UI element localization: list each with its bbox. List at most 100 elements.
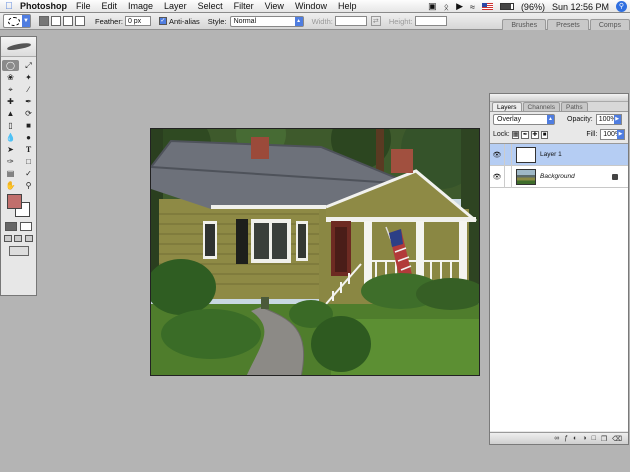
spotlight-icon[interactable]: ⚲: [616, 1, 627, 12]
feather-input[interactable]: 0 px: [124, 16, 151, 26]
height-input[interactable]: [414, 16, 447, 26]
new-selection-button[interactable]: [39, 16, 49, 26]
new-layer-icon[interactable]: ❐: [601, 435, 607, 443]
layer-row-layer-1[interactable]: 👁 Layer 1: [490, 143, 628, 166]
crop-tool-icon[interactable]: ⌖: [2, 84, 19, 95]
layer-mask-icon[interactable]: ◐: [573, 435, 577, 442]
dodge-tool-icon[interactable]: ●: [20, 132, 37, 143]
menu-image[interactable]: Image: [128, 1, 153, 11]
subtract-selection-button[interactable]: [63, 16, 73, 26]
fill-slider-icon[interactable]: ▶: [617, 130, 624, 139]
display-icon[interactable]: ▣: [428, 1, 437, 12]
zoom-tool-icon[interactable]: ⚲: [20, 180, 37, 191]
opacity-slider-icon[interactable]: ▶: [613, 115, 621, 124]
palette-title-bar[interactable]: [490, 94, 628, 102]
antialias-label: Anti-alias: [168, 16, 200, 26]
trash-icon[interactable]: ⌫: [612, 435, 622, 443]
layer-style-icon[interactable]: ƒ: [564, 435, 568, 442]
notes-tool-icon[interactable]: ▤: [2, 168, 19, 179]
new-group-icon[interactable]: □: [592, 435, 596, 442]
menu-bar:  Photoshop File Edit Image Layer Select…: [0, 0, 630, 13]
lock-position-icon[interactable]: ✚: [531, 130, 539, 139]
shape-tool-icon[interactable]: □: [20, 156, 37, 167]
path-selection-tool-icon[interactable]: ➤: [2, 144, 19, 155]
opacity-input[interactable]: 100% ▶: [595, 114, 622, 125]
brush-link-icon[interactable]: [504, 165, 512, 188]
layer-name[interactable]: Background: [540, 173, 612, 180]
jump-to-imageready-button[interactable]: [8, 246, 29, 256]
eyedropper-tool-icon[interactable]: ✓: [20, 168, 37, 179]
menu-file[interactable]: File: [76, 1, 91, 11]
eraser-tool-icon[interactable]: ▯: [2, 120, 19, 131]
app-menu[interactable]: Photoshop: [20, 1, 67, 11]
lock-transparency-icon[interactable]: ▦: [511, 130, 520, 139]
full-screen-button[interactable]: [24, 235, 33, 242]
tool-preset-picker[interactable]: ▼: [3, 14, 31, 28]
menu-window[interactable]: Window: [295, 1, 327, 11]
tab-layers[interactable]: Layers: [492, 102, 522, 111]
brush-tool-icon[interactable]: ✒: [20, 96, 37, 107]
menu-select[interactable]: Select: [198, 1, 223, 11]
hand-tool-icon[interactable]: ✋: [2, 180, 19, 191]
adjustment-layer-icon[interactable]: ◑: [582, 435, 586, 442]
menu-filter[interactable]: Filter: [234, 1, 254, 11]
volume-icon[interactable]: ▶: [456, 1, 463, 12]
tab-channels[interactable]: Channels: [522, 102, 560, 111]
magic-wand-tool-icon[interactable]: ✦: [20, 72, 37, 83]
gradient-tool-icon[interactable]: ■: [20, 120, 37, 131]
chevron-down-icon: ▼: [22, 15, 30, 27]
brush-link-icon[interactable]: [504, 143, 512, 166]
tab-paths[interactable]: Paths: [560, 102, 588, 111]
well-tab-brushes[interactable]: Brushes: [502, 19, 547, 30]
eye-icon[interactable]: 👁: [490, 173, 504, 181]
clone-stamp-tool-icon[interactable]: ▲: [2, 108, 19, 119]
palette-tabs: Layers Channels Paths: [490, 102, 628, 112]
move-tool-icon[interactable]: ⤢: [20, 60, 37, 71]
intersect-selection-button[interactable]: [75, 16, 85, 26]
menu-help[interactable]: Help: [338, 1, 357, 11]
marquee-tool-icon[interactable]: ◯: [2, 60, 19, 71]
battery-icon[interactable]: [499, 3, 514, 10]
palette-bottom-bar: ∞ ƒ ◐ ◑ □ ❐ ⌫: [490, 432, 628, 444]
clock[interactable]: Sun 12:56 PM: [552, 2, 609, 12]
lock-image-icon[interactable]: ✒: [521, 130, 530, 139]
standard-mode-button[interactable]: [5, 222, 18, 231]
us-flag-icon[interactable]: [481, 3, 493, 10]
slice-tool-icon[interactable]: ∕: [20, 84, 37, 95]
eye-icon[interactable]: 👁: [490, 151, 504, 159]
link-layers-icon[interactable]: ∞: [554, 435, 559, 442]
well-tab-comps[interactable]: Comps: [589, 19, 630, 30]
elliptical-marquee-icon: [8, 17, 20, 26]
menu-layer[interactable]: Layer: [164, 1, 187, 11]
wifi-icon[interactable]: ≈: [470, 2, 475, 12]
adobe-online-feather-icon[interactable]: [1, 37, 36, 57]
swap-dimensions-icon[interactable]: ⇄: [370, 16, 381, 26]
antialias-checkbox[interactable]: ✓: [158, 17, 167, 25]
menu-edit[interactable]: Edit: [102, 1, 118, 11]
style-label: Style:: [207, 16, 227, 26]
blur-tool-icon[interactable]: 💧: [2, 132, 19, 143]
type-tool-icon[interactable]: T: [20, 144, 37, 155]
foreground-color-swatch[interactable]: [7, 194, 22, 209]
lock-all-icon[interactable]: ■: [540, 130, 549, 139]
layer-row-background[interactable]: 👁 Background: [490, 165, 628, 188]
quick-mask-button[interactable]: [19, 222, 32, 231]
pen-tool-icon[interactable]: ✑: [2, 156, 19, 167]
lasso-tool-icon[interactable]: ❀: [2, 72, 19, 83]
add-selection-button[interactable]: [51, 16, 61, 26]
full-screen-menu-button[interactable]: [14, 235, 23, 242]
standard-screen-button[interactable]: [4, 235, 13, 242]
toolbox: ◯ ⤢ ❀ ✦ ⌖ ∕ ✚ ✒ ▲ ⟳ ▯ ■ 💧 ● ➤ T ✑ □ ▤ ✓ …: [0, 36, 37, 296]
document-canvas[interactable]: [150, 128, 480, 376]
well-tab-presets[interactable]: Presets: [547, 19, 589, 30]
history-brush-tool-icon[interactable]: ⟳: [20, 108, 37, 119]
fill-input[interactable]: 100% ▶: [600, 129, 625, 140]
width-input[interactable]: [334, 16, 367, 26]
style-select[interactable]: Normal ▲: [229, 15, 304, 27]
menu-view[interactable]: View: [265, 1, 284, 11]
blend-mode-select[interactable]: Overlay ▲: [493, 114, 555, 125]
healing-brush-tool-icon[interactable]: ✚: [2, 96, 19, 107]
layer-name[interactable]: Layer 1: [540, 151, 628, 158]
bluetooth-icon[interactable]: ᛟ: [444, 2, 449, 12]
apple-menu-icon[interactable]: : [0, 1, 18, 12]
